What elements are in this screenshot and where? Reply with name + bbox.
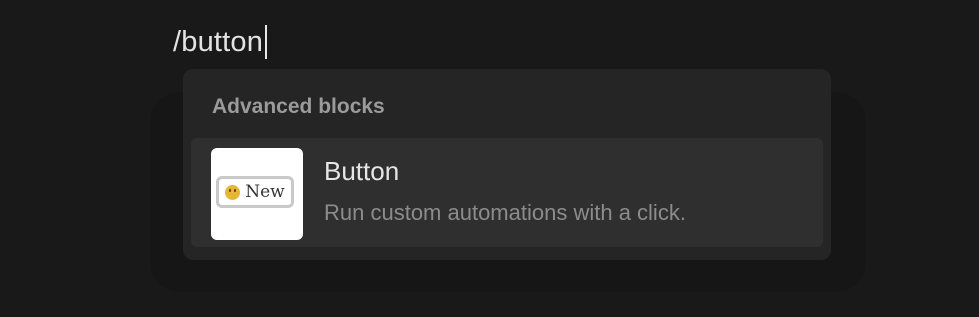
menu-section-title: Advanced blocks [212, 95, 385, 118]
editor-line[interactable]: /button [173, 22, 268, 62]
menu-item-title: Button [324, 156, 400, 186]
thumbnail-label: New [245, 182, 285, 202]
menu-item-button[interactable]: New Button Run custom automations with a… [191, 138, 823, 247]
thumbnail-button-preview: New [216, 176, 294, 208]
block-thumbnail: New [211, 148, 303, 240]
slash-command-menu: Advanced blocks New Button Run custom au… [183, 69, 831, 260]
text-caret [265, 25, 268, 59]
slash-command-text[interactable]: /button [173, 26, 263, 59]
menu-item-description: Run custom automations with a click. [324, 200, 686, 225]
smiley-icon [225, 184, 241, 200]
